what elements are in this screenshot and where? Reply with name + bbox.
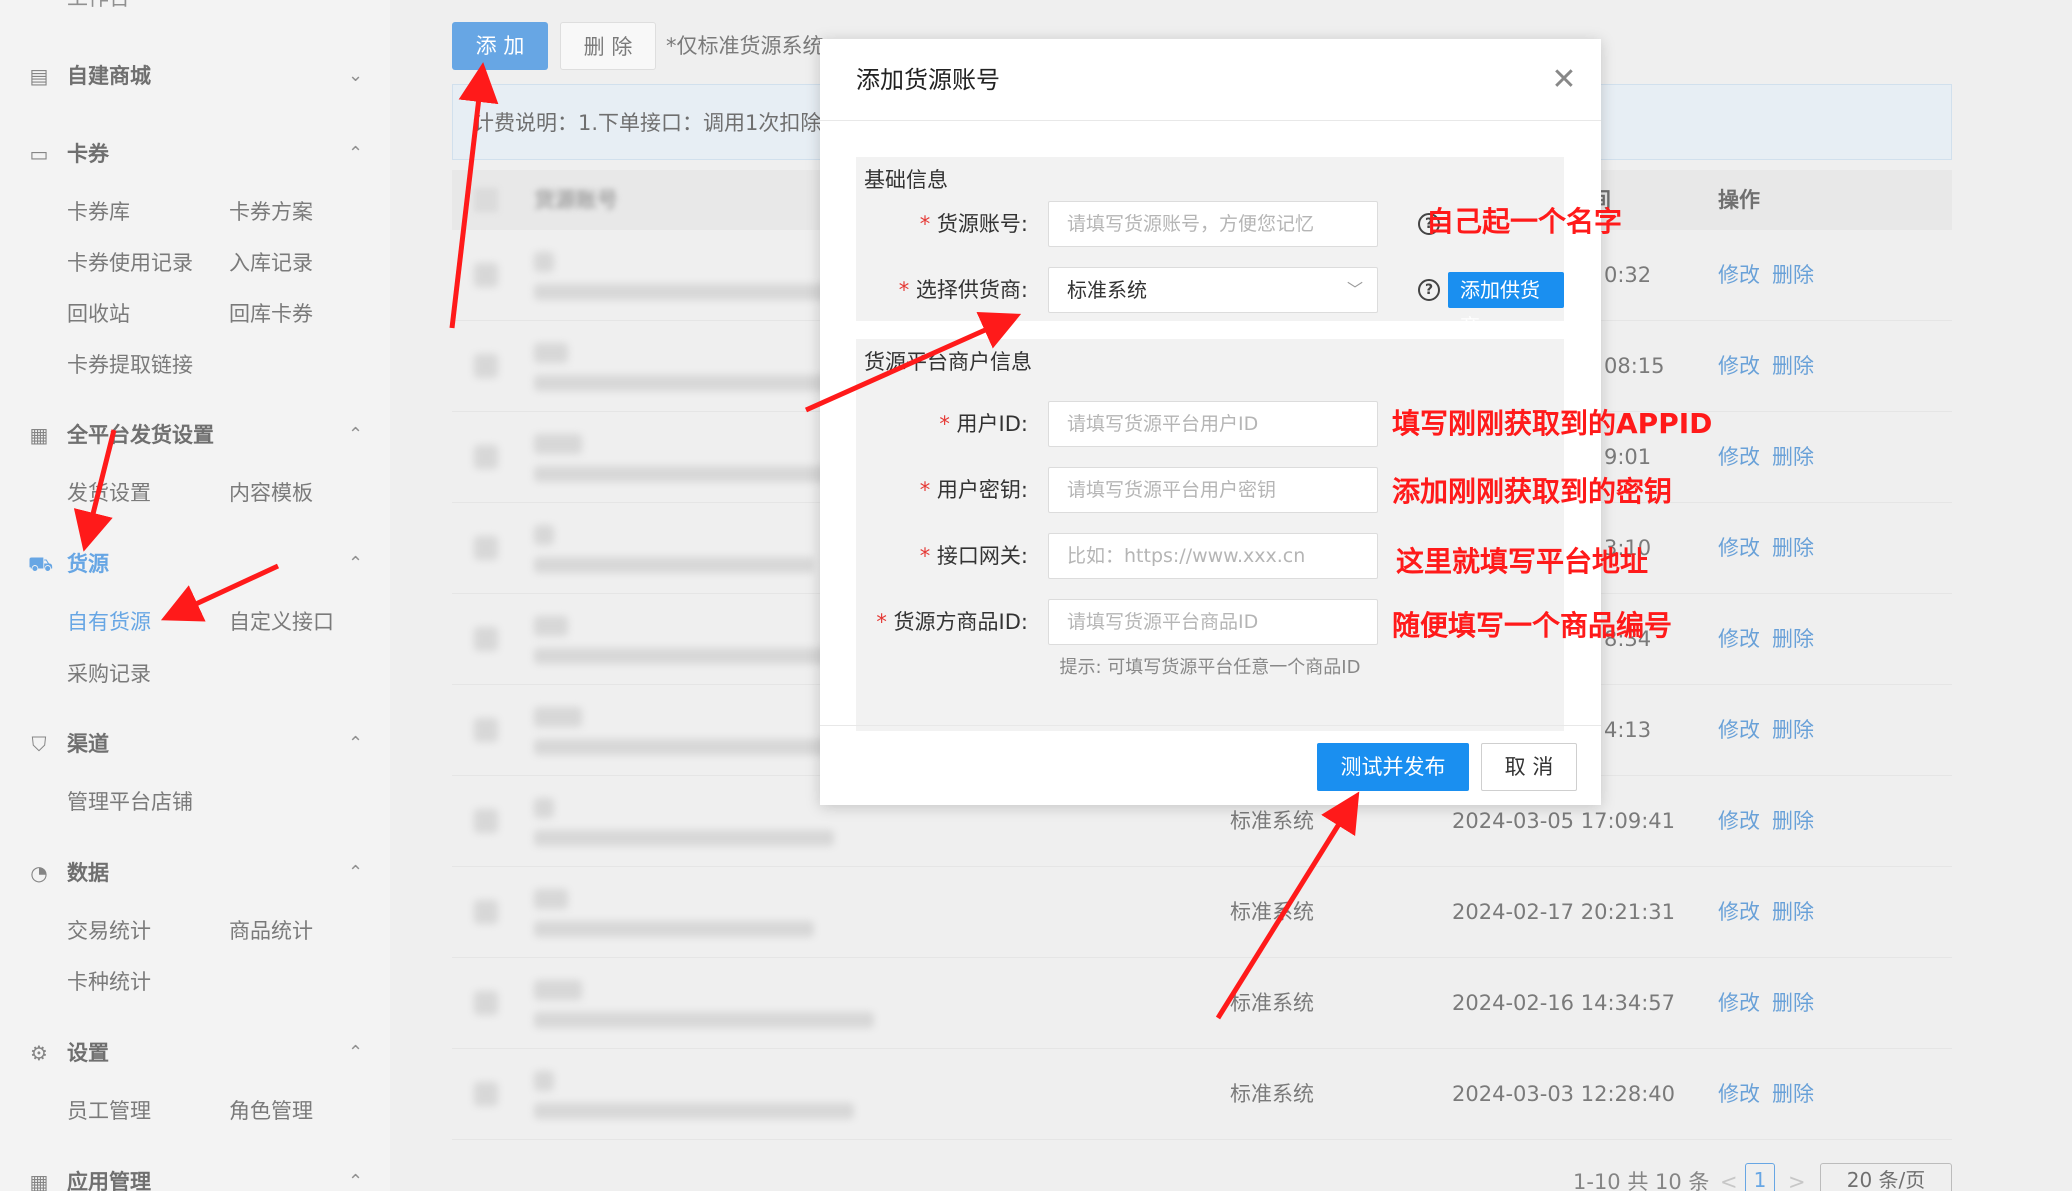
annotation-name: 自己起一个名字 bbox=[1426, 205, 1623, 238]
merchant-info-panel: 货源平台商户信息 * 用户ID: * 用户密钥: * 接口网关: * 货源方商品… bbox=[856, 339, 1564, 731]
product-id-hint: 提示: 可填写货源平台任意一个商品ID bbox=[1059, 657, 1361, 678]
cancel-button[interactable]: 取 消 bbox=[1481, 743, 1577, 791]
userid-input[interactable] bbox=[1048, 401, 1378, 447]
test-publish-button[interactable]: 测试并发布 bbox=[1317, 743, 1469, 791]
help-icon[interactable]: ? bbox=[1418, 279, 1440, 301]
secret-input[interactable] bbox=[1048, 467, 1378, 513]
merchant-info-title: 货源平台商户信息 bbox=[864, 350, 1032, 374]
annotation-appid: 填写刚刚获取到的APPID bbox=[1392, 407, 1713, 440]
chevron-down-icon: ﹀ bbox=[1346, 280, 1363, 299]
supplier-label: * 选择供货商: bbox=[898, 278, 1028, 302]
supplier-select[interactable]: 标准系统 ﹀ bbox=[1048, 267, 1378, 313]
supplier-value: 标准系统 bbox=[1067, 278, 1147, 302]
userid-label: * 用户ID: bbox=[939, 412, 1028, 436]
modal-footer-divider bbox=[820, 725, 1601, 726]
product-id-label: * 货源方商品ID: bbox=[876, 610, 1028, 634]
annotation-address: 这里就填写平台地址 bbox=[1396, 545, 1649, 578]
account-label: * 货源账号: bbox=[919, 212, 1028, 236]
annotation-product: 随便填写一个商品编号 bbox=[1392, 609, 1673, 642]
product-id-input[interactable] bbox=[1048, 599, 1378, 645]
secret-label: * 用户密钥: bbox=[919, 478, 1028, 502]
modal-title: 添加货源账号 bbox=[856, 66, 1000, 94]
basic-info-title: 基础信息 bbox=[864, 168, 948, 192]
add-supplier-button[interactable]: 添加供货商 bbox=[1448, 272, 1564, 338]
modal-header: 添加货源账号 ✕ bbox=[820, 39, 1601, 121]
gateway-label: * 接口网关: bbox=[919, 544, 1028, 568]
gateway-input[interactable] bbox=[1048, 533, 1378, 579]
account-input[interactable] bbox=[1048, 201, 1378, 247]
close-icon[interactable]: ✕ bbox=[1544, 60, 1584, 100]
annotation-secret: 添加刚刚获取到的密钥 bbox=[1392, 475, 1673, 508]
